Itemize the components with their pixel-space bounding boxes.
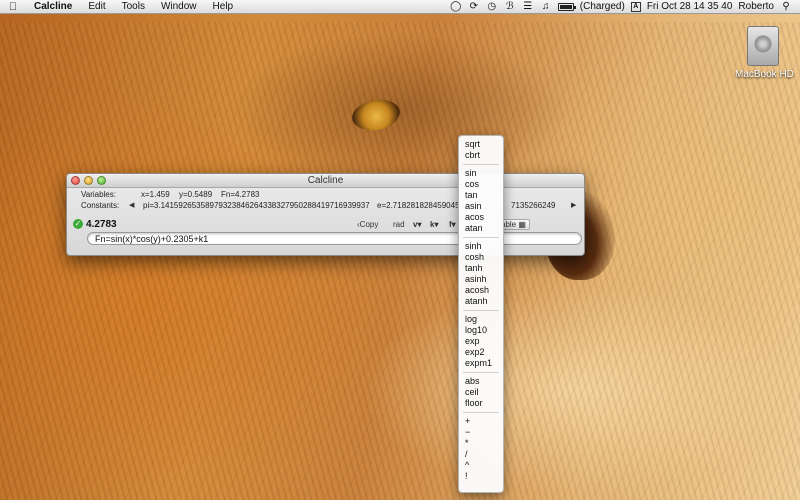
wifi-icon[interactable]: ☰	[522, 1, 534, 13]
function-menu-item[interactable]: *	[459, 438, 503, 449]
bluetooth-icon[interactable]: ℬ	[504, 1, 516, 13]
minimize-window-button[interactable]	[84, 176, 93, 185]
menu-separator	[463, 164, 499, 165]
function-menu-item[interactable]: sinh	[459, 241, 503, 252]
function-menu-item[interactable]: cbrt	[459, 150, 503, 161]
menu-app-name[interactable]: Calcline	[26, 1, 80, 12]
function-menu-item[interactable]: floor	[459, 398, 503, 409]
window-titlebar[interactable]: Calcline	[67, 174, 584, 188]
function-menu-item[interactable]: cos	[459, 179, 503, 190]
constants-scroll-left-icon[interactable]: ◀	[129, 201, 134, 209]
function-menu-item[interactable]: tan	[459, 190, 503, 201]
menu-help[interactable]: Help	[205, 1, 242, 12]
copy-button[interactable]: ‹Copy	[357, 220, 378, 229]
result-row: ✓ 4.2783 ‹Copy rad v▾ k▾ f▾ able ▦	[67, 217, 584, 231]
variable-x[interactable]: x=1.459	[141, 190, 170, 199]
function-menu-item[interactable]: log10	[459, 325, 503, 336]
menu-separator	[463, 310, 499, 311]
constants-menu-button[interactable]: k▾	[430, 220, 438, 229]
function-menu-item[interactable]: asinh	[459, 274, 503, 285]
hard-disk-icon[interactable]	[747, 26, 779, 66]
variable-fn[interactable]: Fn=4.2783	[221, 190, 259, 199]
function-menu-item[interactable]: ceil	[459, 387, 503, 398]
functions-dropdown-menu: sqrt cbrt sin cos tan asin acos atan sinh cosh tan…	[458, 135, 504, 493]
window-title: Calcline	[307, 175, 344, 186]
variables-menu-button[interactable]: v▾	[413, 220, 421, 229]
variable-y[interactable]: y=0.5489	[179, 190, 212, 199]
time-machine-icon[interactable]: ◷	[486, 1, 498, 13]
menu-separator	[463, 237, 499, 238]
chat-icon[interactable]: ◯	[450, 1, 462, 13]
function-menu-item[interactable]: /	[459, 449, 503, 460]
success-check-icon: ✓	[73, 219, 83, 229]
wallpaper	[0, 22, 800, 500]
menu-edit[interactable]: Edit	[80, 1, 113, 12]
menu-user[interactable]: Roberto	[738, 1, 774, 12]
function-menu-item[interactable]: !	[459, 471, 503, 482]
function-menu-item[interactable]: −	[459, 427, 503, 438]
menu-window[interactable]: Window	[153, 1, 205, 12]
menu-extras: ◯ ⟳ ◷ ℬ ☰ ♫ (Charged) A Fri Oct 28 14 35…	[450, 1, 800, 13]
menu-tools[interactable]: Tools	[114, 1, 153, 12]
spotlight-search-icon[interactable]: ⚲	[780, 1, 792, 13]
volume-icon[interactable]: ♫	[540, 1, 552, 13]
constant-overflow-value[interactable]: 7135266249	[511, 201, 556, 210]
function-menu-item[interactable]: cosh	[459, 252, 503, 263]
close-window-button[interactable]	[71, 176, 80, 185]
function-menu-item[interactable]: asin	[459, 201, 503, 212]
zoom-window-button[interactable]	[97, 176, 106, 185]
function-menu-item[interactable]: exp2	[459, 347, 503, 358]
function-menu-item[interactable]: atan	[459, 223, 503, 234]
function-menu-item[interactable]: expm1	[459, 358, 503, 369]
variables-label: Variables:	[81, 190, 116, 199]
constants-scroll-right-icon[interactable]: ▶	[571, 201, 576, 209]
constant-pi[interactable]: pi=3.14159265358979323846264338327950288…	[143, 201, 370, 210]
function-menu-item[interactable]: exp	[459, 336, 503, 347]
desktop-disk[interactable]: MacBook HD	[735, 26, 794, 80]
menu-separator	[463, 412, 499, 413]
constant-e[interactable]: e=2.71828182845904523	[377, 201, 468, 210]
function-menu-item[interactable]: atanh	[459, 296, 503, 307]
apple-menu-icon[interactable]: 	[0, 1, 26, 13]
expression-input-field[interactable]	[87, 232, 582, 245]
function-menu-item[interactable]: +	[459, 416, 503, 427]
menu-separator	[463, 372, 499, 373]
calcline-window: Calcline Variables: x=1.459 y=0.5489 Fn=…	[66, 173, 585, 256]
menu-bar:  Calcline Edit Tools Window Help ◯ ⟳ ◷ …	[0, 0, 800, 14]
angle-mode-toggle[interactable]: rad	[393, 220, 405, 229]
constants-label: Constants:	[81, 201, 120, 210]
menu-clock[interactable]: Fri Oct 28 14 35 40	[647, 1, 733, 12]
battery-status: (Charged)	[579, 1, 625, 12]
function-menu-item[interactable]: tanh	[459, 263, 503, 274]
functions-menu-button[interactable]: f▾	[449, 220, 456, 229]
function-menu-item[interactable]: sqrt	[459, 139, 503, 150]
result-value: 4.2783	[86, 219, 117, 230]
function-menu-item[interactable]: abs	[459, 376, 503, 387]
battery-icon[interactable]	[557, 2, 576, 11]
function-menu-item[interactable]: log	[459, 314, 503, 325]
function-menu-item[interactable]: acosh	[459, 285, 503, 296]
sync-icon[interactable]: ⟳	[468, 1, 480, 13]
expression-input[interactable]	[88, 234, 581, 245]
wallpaper-lion-eye	[349, 96, 403, 134]
function-menu-item[interactable]: sin	[459, 168, 503, 179]
disk-label: MacBook HD	[735, 69, 794, 80]
function-menu-item[interactable]: acos	[459, 212, 503, 223]
input-source-icon[interactable]: A	[630, 1, 641, 12]
function-menu-item[interactable]: ^	[459, 460, 503, 471]
